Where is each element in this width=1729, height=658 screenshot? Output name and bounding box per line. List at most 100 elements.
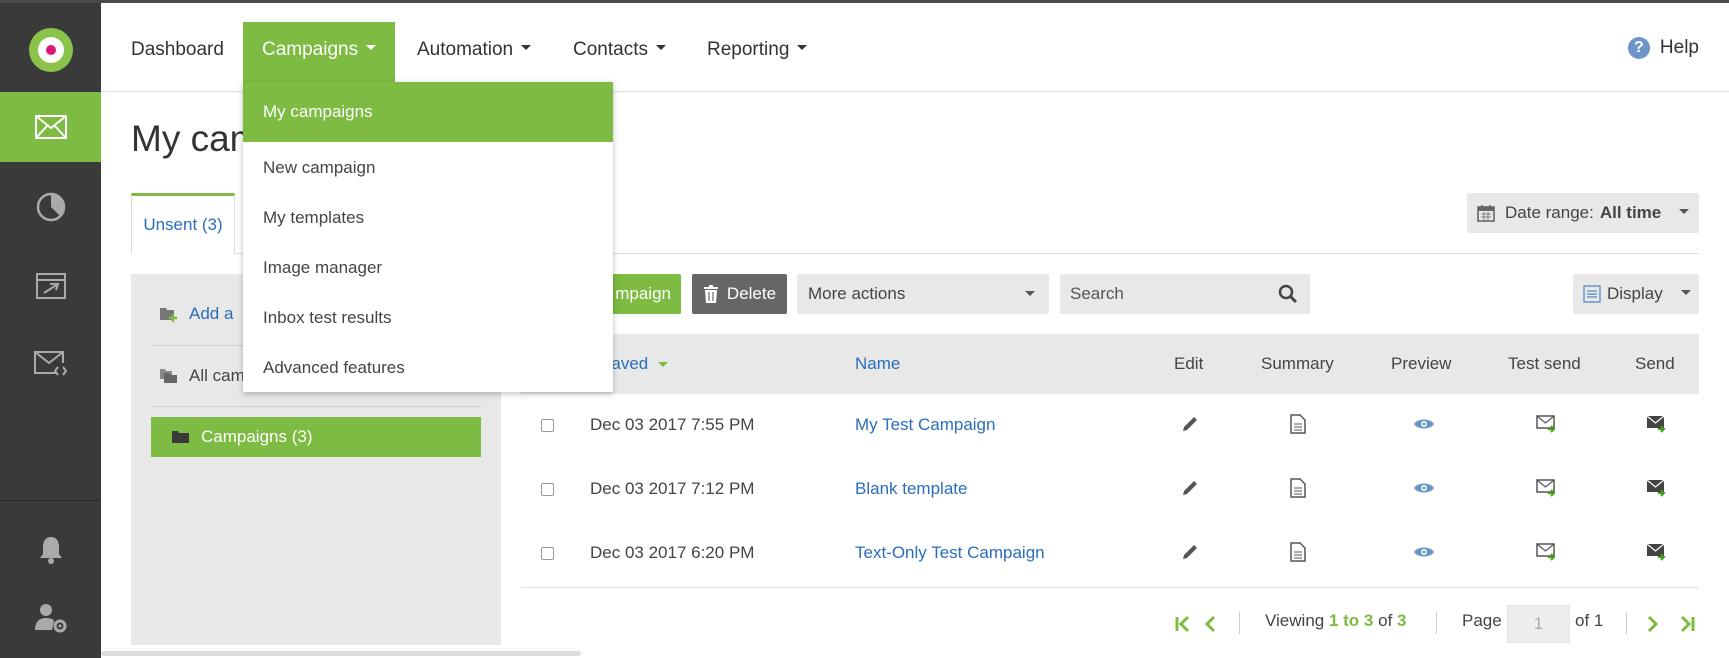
eye-icon[interactable] bbox=[1413, 542, 1435, 562]
nav-contacts[interactable]: Contacts bbox=[554, 22, 685, 82]
date-range-button[interactable]: Date range: All time bbox=[1467, 193, 1699, 233]
nav-reporting[interactable]: Reporting bbox=[688, 22, 826, 82]
folders-icon bbox=[160, 369, 177, 383]
help-icon: ? bbox=[1627, 37, 1650, 59]
page-number-input[interactable]: 1 bbox=[1507, 605, 1570, 643]
eye-icon[interactable] bbox=[1413, 478, 1435, 498]
pager-divider bbox=[1436, 612, 1437, 634]
last-page-icon[interactable] bbox=[1678, 615, 1696, 633]
pager-divider bbox=[1239, 612, 1240, 634]
menu-item-image-manager[interactable]: Image manager bbox=[243, 243, 613, 293]
document-icon[interactable] bbox=[1290, 414, 1306, 434]
pencil-icon[interactable] bbox=[1180, 478, 1200, 498]
rail-automation[interactable] bbox=[0, 251, 101, 321]
column-name[interactable]: Name bbox=[855, 334, 900, 394]
list-icon bbox=[1583, 285, 1601, 303]
more-actions-select[interactable]: More actions bbox=[797, 274, 1049, 314]
all-campaigns-item[interactable]: All cam bbox=[159, 366, 245, 386]
add-folder-icon bbox=[160, 308, 177, 322]
user-settings-icon bbox=[34, 604, 66, 633]
test-send-icon[interactable] bbox=[1536, 542, 1558, 562]
trash-icon bbox=[703, 285, 718, 303]
display-button[interactable]: Display bbox=[1573, 274, 1699, 314]
row-date: Dec 03 2017 6:20 PM bbox=[590, 543, 755, 562]
column-preview: Preview bbox=[1391, 354, 1452, 373]
page-count: of 1 bbox=[1575, 611, 1604, 630]
row-date: Dec 03 2017 7:55 PM bbox=[590, 415, 755, 434]
delete-button[interactable]: Delete bbox=[692, 274, 787, 314]
automation-icon bbox=[35, 273, 66, 299]
chevron-down-icon bbox=[655, 45, 666, 51]
top-nav: Dashboard Campaigns Automation Contacts … bbox=[101, 3, 1729, 92]
bell-icon bbox=[39, 537, 62, 564]
pager-divider bbox=[1626, 612, 1627, 634]
row-checkbox[interactable] bbox=[541, 483, 554, 496]
send-icon[interactable] bbox=[1646, 478, 1668, 498]
send-icon[interactable] bbox=[1646, 414, 1668, 434]
app-logo[interactable] bbox=[29, 28, 73, 72]
rail-account[interactable] bbox=[0, 583, 101, 653]
chevron-down-icon bbox=[521, 45, 532, 51]
table-row: Dec 03 2017 7:12 PM Blank template bbox=[521, 457, 1699, 521]
table-row: Dec 03 2017 7:55 PM My Test Campaign bbox=[521, 393, 1699, 457]
first-page-icon[interactable] bbox=[1174, 615, 1192, 633]
chevron-down-icon bbox=[366, 45, 377, 51]
nav-campaigns[interactable]: Campaigns bbox=[243, 22, 396, 82]
pencil-icon[interactable] bbox=[1180, 542, 1200, 562]
table-header: te saved Name Edit Summary Preview Test … bbox=[521, 334, 1699, 394]
email-icon bbox=[34, 115, 67, 139]
column-summary: Summary bbox=[1261, 354, 1334, 373]
email-code-icon bbox=[33, 351, 67, 376]
chevron-down-icon bbox=[1679, 208, 1690, 214]
test-send-icon[interactable] bbox=[1536, 478, 1558, 498]
rail-divider bbox=[0, 500, 101, 501]
menu-item-my-campaigns[interactable]: My campaigns bbox=[243, 82, 613, 142]
horizontal-scrollbar[interactable] bbox=[101, 651, 581, 656]
add-folder-link[interactable]: Add a bbox=[159, 304, 233, 324]
prev-page-icon[interactable] bbox=[1203, 615, 1217, 633]
row-name-link[interactable]: My Test Campaign bbox=[855, 393, 995, 457]
document-icon[interactable] bbox=[1290, 542, 1306, 562]
sort-desc-icon bbox=[658, 362, 669, 368]
pencil-icon[interactable] bbox=[1180, 414, 1200, 434]
table-row: Dec 03 2017 6:20 PM Text-Only Test Campa… bbox=[521, 521, 1699, 585]
row-name-link[interactable]: Blank template bbox=[855, 457, 967, 521]
eye-icon[interactable] bbox=[1413, 414, 1435, 434]
page-title: My cam bbox=[131, 118, 261, 159]
chevron-down-icon bbox=[1025, 291, 1035, 296]
calendar-icon bbox=[1477, 205, 1495, 222]
menu-item-advanced-features[interactable]: Advanced features bbox=[243, 343, 613, 393]
table-bottom-border bbox=[521, 587, 1699, 588]
help-link[interactable]: ? Help bbox=[1627, 37, 1699, 59]
rail-email-code[interactable] bbox=[0, 329, 101, 399]
row-name-link[interactable]: Text-Only Test Campaign bbox=[855, 521, 1045, 585]
document-icon[interactable] bbox=[1290, 478, 1306, 498]
menu-item-new-campaign[interactable]: New campaign bbox=[243, 143, 613, 193]
send-icon[interactable] bbox=[1646, 542, 1668, 562]
menu-item-my-templates[interactable]: My templates bbox=[243, 193, 613, 243]
nav-dashboard[interactable]: Dashboard bbox=[112, 22, 243, 82]
row-checkbox[interactable] bbox=[541, 547, 554, 560]
rail-notifications[interactable] bbox=[0, 515, 101, 585]
tab-unsent[interactable]: Unsent (3) bbox=[131, 193, 235, 254]
campaigns-dropdown-menu: My campaigns New campaign My templates I… bbox=[243, 82, 613, 392]
test-send-icon[interactable] bbox=[1536, 414, 1558, 434]
chart-pie-icon bbox=[36, 192, 65, 222]
rail-email[interactable] bbox=[0, 92, 101, 162]
chevron-down-icon bbox=[1680, 289, 1691, 295]
viewing-summary: Viewing 1 to 3 of 3 bbox=[1265, 611, 1407, 630]
folder-icon bbox=[172, 431, 189, 443]
campaigns-folder-item[interactable]: Campaigns (3) bbox=[151, 417, 481, 457]
panel-divider bbox=[151, 406, 481, 407]
row-checkbox[interactable] bbox=[541, 419, 554, 432]
next-page-icon[interactable] bbox=[1646, 615, 1660, 633]
search-icon[interactable] bbox=[1278, 284, 1298, 304]
nav-automation[interactable]: Automation bbox=[398, 22, 550, 82]
column-send: Send bbox=[1635, 354, 1675, 373]
chevron-down-icon bbox=[797, 45, 808, 51]
rail-reports[interactable] bbox=[0, 172, 101, 242]
menu-item-inbox-test-results[interactable]: Inbox test results bbox=[243, 293, 613, 343]
search-input[interactable]: Search bbox=[1060, 274, 1310, 314]
column-edit: Edit bbox=[1174, 354, 1204, 373]
page-label: Page bbox=[1462, 611, 1502, 630]
